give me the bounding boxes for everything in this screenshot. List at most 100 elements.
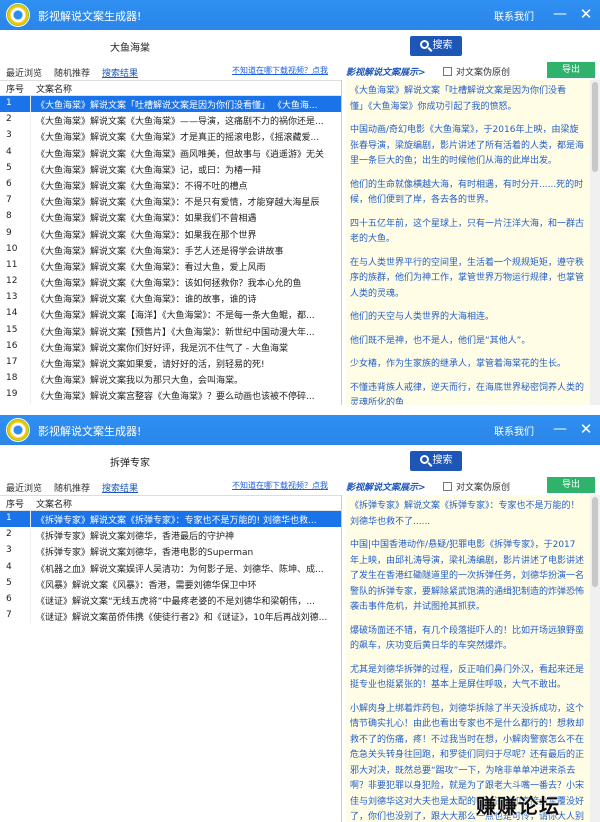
close-icon[interactable]: ✕ <box>576 419 596 439</box>
search-button[interactable]: 搜索 <box>410 451 462 471</box>
pane-divider[interactable] <box>341 495 342 822</box>
minimize-icon[interactable]: — <box>550 419 570 439</box>
row-title: 《大鱼海棠》解说文案《大鱼海棠》才是真正的摇滚电影，《摇滚藏爱... <box>36 133 320 144</box>
search-bar: 搜索 <box>0 30 600 62</box>
contact-us-link[interactable]: 联系我们 <box>494 8 534 23</box>
row-index: 15 <box>6 324 18 335</box>
table-row[interactable]: 13 《大鱼海棠》解说文案《大鱼海棠》：谁的故事，谁的诗 <box>0 290 341 307</box>
preview-paragraph: 《大鱼海棠》解说文案「吐槽解说文案是因为你们没看懂」《大鱼海棠》你成功引起了我的… <box>350 86 567 112</box>
tab-search-results[interactable]: 搜索结果 <box>102 66 138 79</box>
preview-pane[interactable]: 《拆弹专家》解说文案《拆弹专家》：专家也不是万能的！刘德华也救不了...... 中… <box>346 495 590 822</box>
table-row[interactable]: 11 《大鱼海棠》解说文案《大鱼海棠》：看过大鱼，爱上风雨 <box>0 257 341 275</box>
table-row[interactable]: 1 《大鱼海棠》解说文案「吐槽解说文案是因为你们没看懂」 《大鱼海... <box>0 96 341 113</box>
scrollbar-thumb[interactable] <box>592 82 598 172</box>
table-row[interactable]: 10 《大鱼海棠》解说文案《大鱼海棠》：手艺人还是得学会讲故事 <box>0 241 341 258</box>
search-input[interactable] <box>110 36 406 56</box>
table-row[interactable]: 12 《大鱼海棠》解说文案《大鱼海棠》：该如何拯救你？我本心允的鱼 <box>0 274 341 291</box>
table-row[interactable]: 2 《大鱼海棠》解说文案《大鱼海棠》——导演，这痛剧不力的祸你还是... <box>0 112 341 129</box>
col-name-header: 文案名称 <box>36 85 73 95</box>
row-title: 《大鱼海棠》解说文案《大鱼海棠》：不是只有爱情，才能穿越大海星辰 <box>36 198 320 209</box>
scrollbar-thumb[interactable] <box>592 497 598 587</box>
row-title: 《大鱼海棠》解说文案宫整容《大鱼海棠》？要么动画也该被不停碎... <box>36 392 315 403</box>
window-gap <box>0 405 600 415</box>
table-row[interactable]: 18 《大鱼海棠》解说文案我以为那只大鱼，会叫海棠。 <box>0 371 341 388</box>
tab-search-results[interactable]: 搜索结果 <box>102 481 138 494</box>
column-separator <box>30 355 31 372</box>
row-index: 4 <box>6 146 12 157</box>
row-index: 8 <box>6 211 12 222</box>
title-bar[interactable]: 影视解说文案生成器! 联系我们 — ✕ <box>0 0 600 30</box>
pseudo-original-checkbox[interactable]: 对文案伪原创 <box>443 65 510 78</box>
close-icon[interactable]: ✕ <box>576 4 596 24</box>
table-body: 1 《大鱼海棠》解说文案「吐槽解说文案是因为你们没看懂」 《大鱼海... 2 《大鱼海… <box>0 96 341 404</box>
tab-random[interactable]: 随机推荐 <box>54 66 90 79</box>
table-row[interactable]: 8 《大鱼海棠》解说文案《大鱼海棠》：如果我们不曾相遇 <box>0 209 341 226</box>
table-row[interactable]: 4 《机器之血》解说文案娱评人吴清功：为何影子是、刘德华、陈坤、成... <box>0 559 341 576</box>
column-separator <box>30 387 31 404</box>
row-title: 《大鱼海棠》解说文案《大鱼海棠》：看过大鱼，爱上风雨 <box>36 262 266 273</box>
table-row[interactable]: 14 《大鱼海棠》解说文案【海洋】《大鱼海棠》：不是每一条大鱼鲲，都... <box>0 306 341 323</box>
table-header: 序号 文案名称 <box>0 81 341 96</box>
pseudo-original-checkbox[interactable]: 对文案伪原创 <box>443 480 510 493</box>
preview-paragraph: 爆破场面还不错，有几个段落挺吓人的！比如开场远狼野蛮的飙车，庆功变后黄日华的车突… <box>350 625 585 652</box>
table-row[interactable]: 6 《大鱼海棠》解说文案《大鱼海棠》：不得不吐的槽点 <box>0 176 341 194</box>
pane-divider[interactable] <box>341 80 342 405</box>
table-row[interactable]: 3 《拆弹专家》解说文案刘德华，香港电影的Superman <box>0 543 341 560</box>
download-hint-link[interactable]: 不知道在哪下载视频？点我 <box>232 65 328 76</box>
search-input[interactable] <box>110 451 406 471</box>
checkbox-icon[interactable] <box>443 67 452 76</box>
tab-recent[interactable]: 最近浏览 <box>6 481 42 494</box>
preview-paragraph: 少女椿，作为生家族的继承人，掌管着海棠花的生长。 <box>350 359 567 369</box>
row-index: 9 <box>6 227 12 238</box>
row-index: 13 <box>6 292 18 303</box>
column-separator <box>30 160 31 177</box>
preview-pane[interactable]: 《大鱼海棠》解说文案「吐槽解说文案是因为你们没看懂」《大鱼海棠》你成功引起了我的… <box>346 80 590 405</box>
minimize-icon[interactable]: — <box>550 4 570 24</box>
tab-random[interactable]: 随机推荐 <box>54 481 90 494</box>
tab-recent[interactable]: 最近浏览 <box>6 66 42 79</box>
table-row[interactable]: 16 《大鱼海棠》解说文案你们好好评，我是沉不住气了 - 大鱼海棠 <box>0 338 341 355</box>
app-logo-icon <box>6 3 30 27</box>
toolbar: 最近浏览 随机推荐 搜索结果 不知道在哪下载视频？点我 影视解说文案展示> 对文… <box>0 62 600 80</box>
column-separator <box>30 112 31 129</box>
row-title: 《谜证》解说文案苗侨伟携《使徒行者2》和《谜证》，10年后再战刘德... <box>36 613 328 624</box>
row-title: 《谜证》解说文案“无线五虎将”中最疼老婆的不是刘德华和梁朝伟，... <box>36 596 315 607</box>
col-name-header: 文案名称 <box>36 500 73 510</box>
search-button[interactable]: 搜索 <box>410 36 462 56</box>
table-row[interactable]: 9 《大鱼海棠》解说文案《大鱼海棠》：如果我在那个世界 <box>0 225 341 242</box>
table-row[interactable]: 15 《大鱼海棠》解说文案【预售片】《大鱼海棠》：新世纪中国动漫大年... <box>0 322 341 339</box>
column-separator <box>30 193 31 210</box>
row-index: 14 <box>6 308 18 319</box>
title-bar[interactable]: 影视解说文案生成器! 联系我们 — ✕ <box>0 415 600 445</box>
table-row[interactable]: 5 《风暴》解说文案《风暴》：香港，需要刘德华保卫中环 <box>0 575 341 592</box>
export-button[interactable]: 导出 <box>547 62 595 78</box>
download-hint-link[interactable]: 不知道在哪下载视频？点我 <box>232 480 328 491</box>
table-row[interactable]: 17 《大鱼海棠》解说文案如果爱，请好好的活，别轻易的死! <box>0 355 341 372</box>
table-row[interactable]: 19 《大鱼海棠》解说文案宫整容《大鱼海棠》？要么动画也该被不停碎... <box>0 387 341 404</box>
row-index: 6 <box>6 178 12 189</box>
column-separator <box>30 371 31 388</box>
row-index: 5 <box>6 577 12 588</box>
table-row[interactable]: 7 《大鱼海棠》解说文案《大鱼海棠》：不是只有爱情，才能穿越大海星辰 <box>0 193 341 210</box>
export-button[interactable]: 导出 <box>547 477 595 493</box>
results-table: 序号 文案名称 1 《大鱼海棠》解说文案「吐槽解说文案是因为你们没看懂」 《大鱼海… <box>0 80 341 405</box>
preview-scrollbar[interactable] <box>590 80 600 405</box>
row-index: 7 <box>6 610 12 621</box>
table-row[interactable]: 5 《大鱼海棠》解说文案《大鱼海棠》记，或曰：为椿一辩 <box>0 160 341 177</box>
preview-scrollbar[interactable] <box>590 495 600 822</box>
preview-paragraph: 尤其是刘德华拆弹的过程，反正咱们鼻门外汉，看起来还是挺专业也挺紧张的！基本上是屏… <box>350 664 585 691</box>
checkbox-icon[interactable] <box>443 482 452 491</box>
preview-paragraph: 不懂违背族人戒律，逆天而行，在海底世界秘密饲养人类的灵魂所化的鱼 <box>350 382 585 406</box>
table-row[interactable]: 2 《拆弹专家》解说文案刘德华，香港最后的守护神 <box>0 527 341 544</box>
row-index: 5 <box>6 162 12 173</box>
table-row[interactable]: 4 《大鱼海棠》解说文案《大鱼海棠》画风唯美，但故事与《逍遥游》无关 <box>0 144 341 161</box>
search-bar: 搜索 <box>0 445 600 477</box>
table-row[interactable]: 7 《谜证》解说文案苗侨伟携《使徒行者2》和《谜证》，10年后再战刘德... <box>0 608 341 625</box>
table-row[interactable]: 6 《谜证》解说文案“无线五虎将”中最疼老婆的不是刘德华和梁朝伟，... <box>0 591 341 609</box>
contact-us-link[interactable]: 联系我们 <box>494 423 534 438</box>
row-title: 《拆弹专家》解说文案刘德华，香港最后的守护神 <box>36 532 235 543</box>
table-row[interactable]: 1 《拆弹专家》解说文案《拆弹专家》：专家也不是万能的! 刘德华也救... <box>0 511 341 528</box>
column-separator <box>30 176 31 194</box>
table-row[interactable]: 3 《大鱼海棠》解说文案《大鱼海棠》才是真正的摇滚电影，《摇滚藏爱... <box>0 128 341 145</box>
checkbox-label: 对文案伪原创 <box>456 483 511 493</box>
